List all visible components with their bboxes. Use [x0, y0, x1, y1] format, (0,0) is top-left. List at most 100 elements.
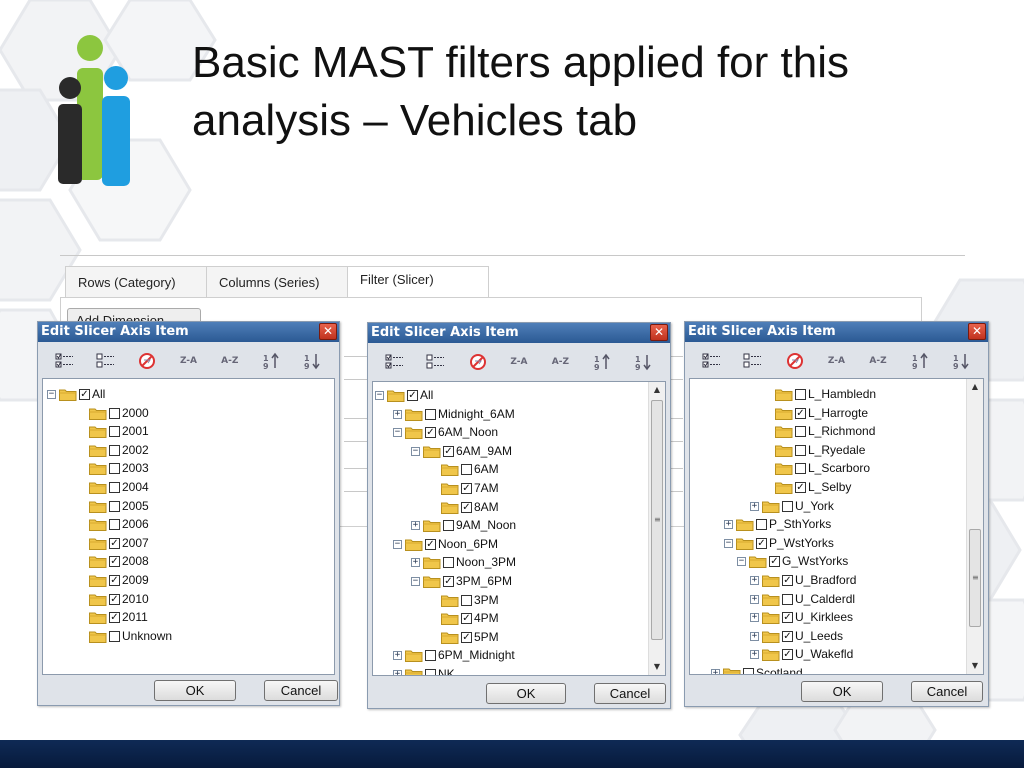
clear-all-button[interactable]: [740, 350, 766, 372]
expand-icon[interactable]: +: [724, 519, 733, 529]
item-checkbox[interactable]: ✓: [795, 407, 806, 419]
expand-icon[interactable]: +: [750, 649, 759, 659]
expand-icon[interactable]: +: [711, 668, 720, 674]
collapse-icon[interactable]: −: [411, 576, 420, 586]
scroll-up-icon[interactable]: ▲: [649, 382, 665, 398]
item-checkbox[interactable]: [109, 444, 120, 456]
tree-item[interactable]: L_Richmond: [763, 422, 875, 440]
expand-icon[interactable]: +: [393, 669, 402, 675]
item-checkbox[interactable]: ✓: [425, 538, 436, 550]
item-checkbox[interactable]: [461, 594, 472, 606]
clear-all-button[interactable]: [423, 351, 449, 373]
scroll-up-icon[interactable]: ▲: [967, 379, 983, 395]
item-checkbox[interactable]: [795, 462, 806, 474]
item-checkbox[interactable]: ✓: [769, 555, 780, 567]
sort-za-button[interactable]: Z-A: [823, 350, 849, 372]
expand-icon[interactable]: +: [393, 650, 402, 660]
sort-az-button[interactable]: A-Z: [217, 350, 243, 372]
expand-icon[interactable]: +: [750, 631, 759, 641]
item-checkbox[interactable]: ✓: [782, 630, 793, 642]
sort-za-button[interactable]: Z-A: [506, 351, 532, 373]
close-button[interactable]: ✕: [650, 324, 668, 341]
item-checkbox[interactable]: [425, 649, 436, 661]
item-checkbox[interactable]: ✓: [79, 388, 90, 400]
tree-item[interactable]: ✓ 2010: [77, 590, 149, 608]
item-checkbox[interactable]: ✓: [109, 593, 120, 605]
tree-item[interactable]: + ✓ U_Wakefld: [750, 645, 853, 663]
tree-item[interactable]: L_Hambledn: [763, 385, 876, 403]
tree-item[interactable]: + Noon_3PM: [411, 553, 516, 571]
item-checkbox[interactable]: ✓: [443, 445, 454, 457]
expand-icon[interactable]: +: [411, 520, 420, 530]
select-all-button[interactable]: [699, 350, 725, 372]
close-button[interactable]: ✕: [319, 323, 337, 340]
collapse-icon[interactable]: −: [375, 390, 384, 400]
tree-item[interactable]: + U_York: [750, 497, 834, 515]
sort-descending-button[interactable]: 19: [299, 350, 325, 372]
tree-item[interactable]: − ✓ All: [47, 385, 105, 403]
tree-item[interactable]: 2001: [77, 422, 149, 440]
tree-item[interactable]: 2004: [77, 478, 149, 496]
item-checkbox[interactable]: ✓: [795, 481, 806, 493]
tree-item[interactable]: +9AM_Noon: [411, 516, 516, 534]
scroll-down-icon[interactable]: ▼: [967, 658, 983, 674]
tree-item[interactable]: 3PM: [429, 591, 499, 609]
tree-item[interactable]: − ✓ 6AM_9AM: [411, 442, 512, 460]
item-checkbox[interactable]: [782, 593, 793, 605]
item-checkbox[interactable]: [443, 519, 454, 531]
item-checkbox[interactable]: ✓: [782, 648, 793, 660]
tree-item[interactable]: 6AM: [429, 460, 499, 478]
tree-item[interactable]: L_Scarboro: [763, 459, 870, 477]
collapse-icon[interactable]: −: [47, 389, 56, 399]
tree-item[interactable]: − ✓ G_WstYorks: [737, 552, 848, 570]
cancel-button[interactable]: Cancel: [594, 683, 666, 704]
dialog-titlebar[interactable]: Edit Slicer Axis Item ✕: [368, 323, 670, 343]
tree-item[interactable]: ✓ 2009: [77, 571, 149, 589]
tree-item[interactable]: + NK: [393, 665, 455, 675]
item-checkbox[interactable]: [109, 425, 120, 437]
item-checkbox[interactable]: [109, 481, 120, 493]
select-all-button[interactable]: [52, 350, 78, 372]
tree-item[interactable]: ✓ 2011: [77, 608, 148, 626]
collapse-icon[interactable]: −: [737, 556, 746, 566]
item-checkbox[interactable]: [795, 425, 806, 437]
tree-item[interactable]: 2000: [77, 404, 149, 422]
tree-item[interactable]: +6PM_Midnight: [393, 646, 515, 664]
item-checkbox[interactable]: [795, 444, 806, 456]
expand-icon[interactable]: +: [750, 612, 759, 622]
tree-item[interactable]: 2002: [77, 441, 149, 459]
item-checkbox[interactable]: ✓: [109, 537, 120, 549]
item-checkbox[interactable]: ✓: [109, 574, 120, 586]
cancel-button[interactable]: Cancel: [911, 681, 983, 702]
expand-icon[interactable]: +: [750, 501, 759, 511]
tree-item[interactable]: + Scotland: [711, 664, 803, 674]
tree-item[interactable]: + U_Calderdl: [750, 590, 855, 608]
tree-item[interactable]: − ✓ 3PM_6PM: [411, 572, 512, 590]
expand-icon[interactable]: +: [411, 557, 420, 567]
tree-item[interactable]: + ✓ U_Kirklees: [750, 608, 853, 626]
tree-scrollbar[interactable]: ▲ ≡ ▼: [648, 382, 665, 675]
tree-item[interactable]: ✓ 5PM: [429, 628, 499, 646]
select-all-button[interactable]: [382, 351, 408, 373]
tab-rows[interactable]: Rows (Category): [65, 266, 207, 298]
sort-ascending-button[interactable]: 19: [589, 351, 615, 373]
collapse-icon[interactable]: −: [393, 539, 402, 549]
item-checkbox[interactable]: ✓: [461, 482, 472, 494]
tree-item[interactable]: 2005: [77, 497, 149, 515]
item-checkbox[interactable]: ✓: [461, 612, 472, 624]
item-checkbox[interactable]: ✓: [461, 631, 472, 643]
tree-item[interactable]: 2003: [77, 459, 149, 477]
no-filter-button[interactable]: [134, 350, 160, 372]
scroll-thumb[interactable]: ≡: [651, 400, 663, 640]
item-checkbox[interactable]: ✓: [425, 426, 436, 438]
sort-az-button[interactable]: A-Z: [547, 351, 573, 373]
item-checkbox[interactable]: ✓: [109, 555, 120, 567]
item-checkbox[interactable]: [109, 407, 120, 419]
collapse-icon[interactable]: −: [393, 427, 402, 437]
item-checkbox[interactable]: [782, 500, 793, 512]
ok-button[interactable]: OK: [154, 680, 236, 701]
sort-descending-button[interactable]: 19: [948, 350, 974, 372]
close-button[interactable]: ✕: [968, 323, 986, 340]
item-checkbox[interactable]: [425, 408, 436, 420]
item-checkbox[interactable]: [795, 388, 806, 400]
